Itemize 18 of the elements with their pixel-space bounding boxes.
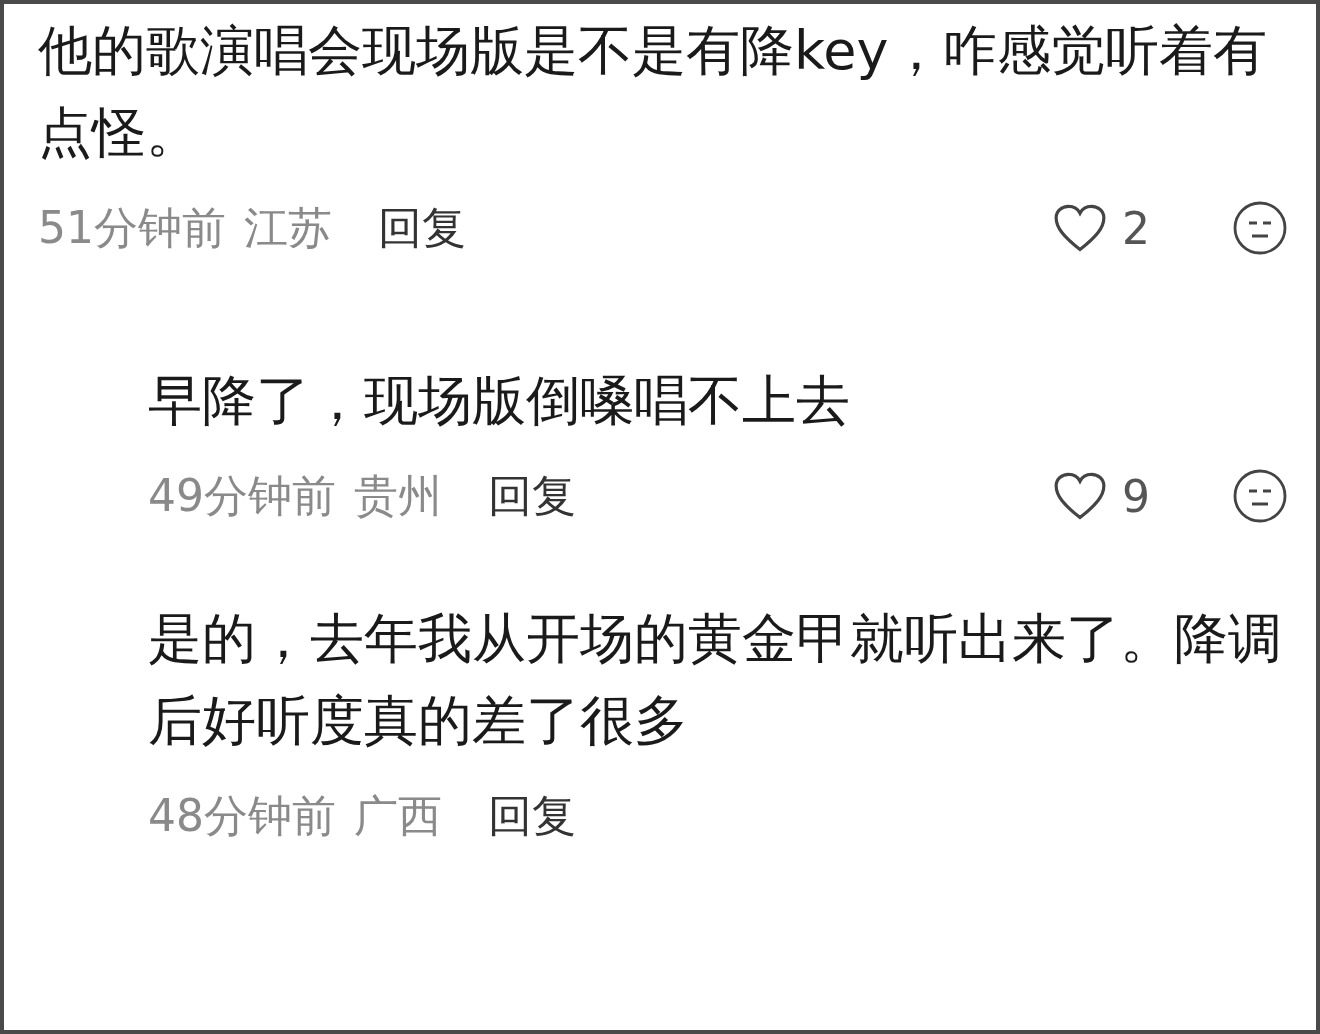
comment-text: 是的，去年我从开场的黄金甲就听出来了。降调后好听度真的差了很多 — [148, 606, 1283, 754]
like-count: 2 — [1122, 202, 1150, 254]
comment-location: 江苏 — [244, 200, 332, 255]
heart-icon[interactable] — [1052, 203, 1108, 253]
comment-text: 他的歌演唱会现场版是不是有降key，咋感觉听着有点怪。 — [38, 18, 1268, 166]
reply-link[interactable]: 回复 — [378, 198, 466, 258]
neutral-face-icon[interactable] — [1232, 200, 1288, 256]
reply-link[interactable]: 回复 — [488, 466, 576, 526]
comment-text: 早降了，现场版倒嗓唱不上去 — [148, 368, 851, 434]
neutral-face-icon[interactable] — [1232, 468, 1288, 524]
comment-time: 51分钟前 — [38, 200, 226, 255]
comment-location: 贵州 — [354, 468, 442, 523]
heart-icon[interactable] — [1052, 471, 1108, 521]
comment-time: 49分钟前 — [148, 468, 336, 523]
comment-location: 广西 — [354, 788, 442, 843]
like-count: 9 — [1122, 470, 1150, 522]
comment-time: 48分钟前 — [148, 788, 336, 843]
reply-link[interactable]: 回复 — [488, 786, 576, 846]
